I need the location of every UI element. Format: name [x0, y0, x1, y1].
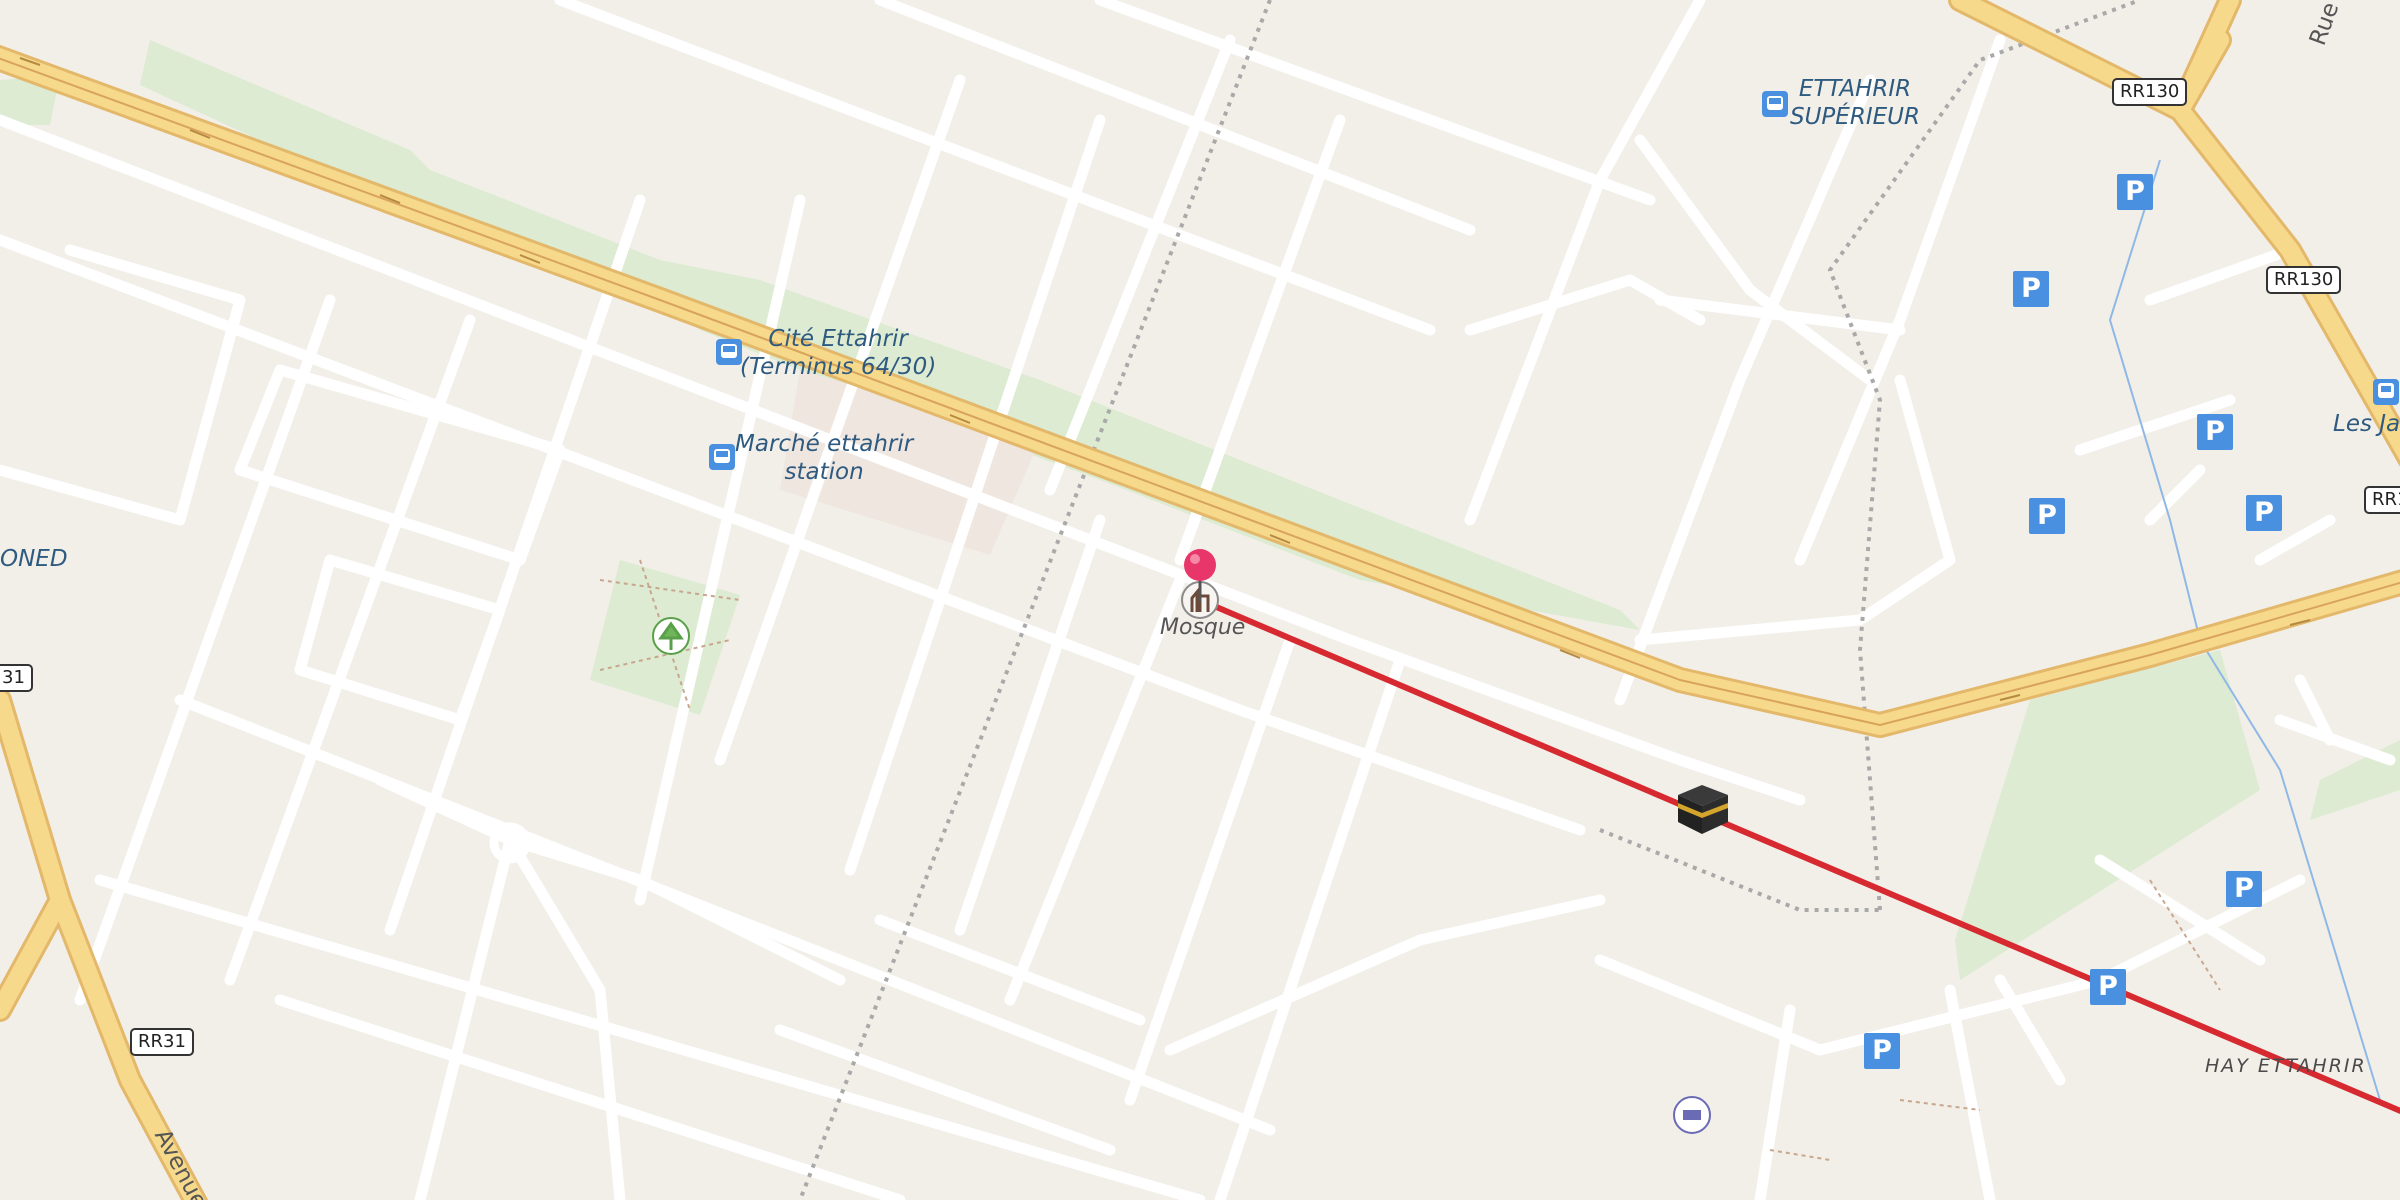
- parking-icon-3[interactable]: P: [2197, 414, 2233, 450]
- mosque-label: Mosque: [1160, 615, 1246, 640]
- shield-31-left: 31: [0, 664, 33, 692]
- bus-stop-icon-marche[interactable]: [708, 443, 736, 471]
- kaaba-icon[interactable]: [1678, 785, 1728, 834]
- shield-rr130-mid: RR130: [2266, 266, 2342, 294]
- label-ettahrir-superieur: ETTAHRIR SUPÉRIEUR: [1790, 76, 1920, 130]
- parking-icon-5[interactable]: P: [2246, 495, 2282, 531]
- street-roundabout-spokes: [374, 774, 846, 1200]
- bus-stop-icon-cite[interactable]: [715, 338, 743, 366]
- pin-head: [1184, 549, 1216, 581]
- street-southeast: [1594, 854, 2306, 1200]
- parking-icon-1[interactable]: P: [2117, 174, 2153, 210]
- parking-icon-8[interactable]: P: [1864, 1033, 1900, 1069]
- train-station-icon-les-jas[interactable]: [2372, 378, 2400, 406]
- bus-stop-icon-superieur[interactable]: [1761, 90, 1789, 118]
- shield-rr130-top: RR130: [2112, 78, 2188, 106]
- label-hay-ettahrir: HAY ETTAHRIR: [2205, 1055, 2367, 1077]
- map-base-layer: [0, 0, 2400, 1200]
- map-canvas[interactable]: Cité Ettahrir (Terminus 64/30) Marché et…: [0, 0, 2400, 1200]
- pin-highlight: [1190, 554, 1200, 564]
- road-rr130-casing: [1948, 0, 2400, 467]
- road-rr130-fill: [1951, 0, 2400, 461]
- label-oned: ONED: [0, 546, 68, 572]
- label-cite-ettahrir: Cité Ettahrir (Terminus 64/30): [740, 326, 937, 380]
- label-marche-ettahrir: Marché ettahrir station: [735, 431, 914, 485]
- parking-icon-4[interactable]: P: [2029, 498, 2065, 534]
- parking-icon-7[interactable]: P: [2090, 969, 2126, 1005]
- school-glyph: [1683, 1110, 1701, 1120]
- parking-icon-2[interactable]: P: [2013, 271, 2049, 307]
- label-les-jas: Les Jas: [2333, 411, 2400, 437]
- pedestrian-paths: [599, 559, 2221, 1161]
- shield-rr31-bottom: RR31: [130, 1028, 194, 1056]
- street-loops-west: [0, 244, 566, 726]
- parking-icon-6[interactable]: P: [2226, 871, 2262, 907]
- shield-rr1-right: RR1: [2364, 486, 2400, 514]
